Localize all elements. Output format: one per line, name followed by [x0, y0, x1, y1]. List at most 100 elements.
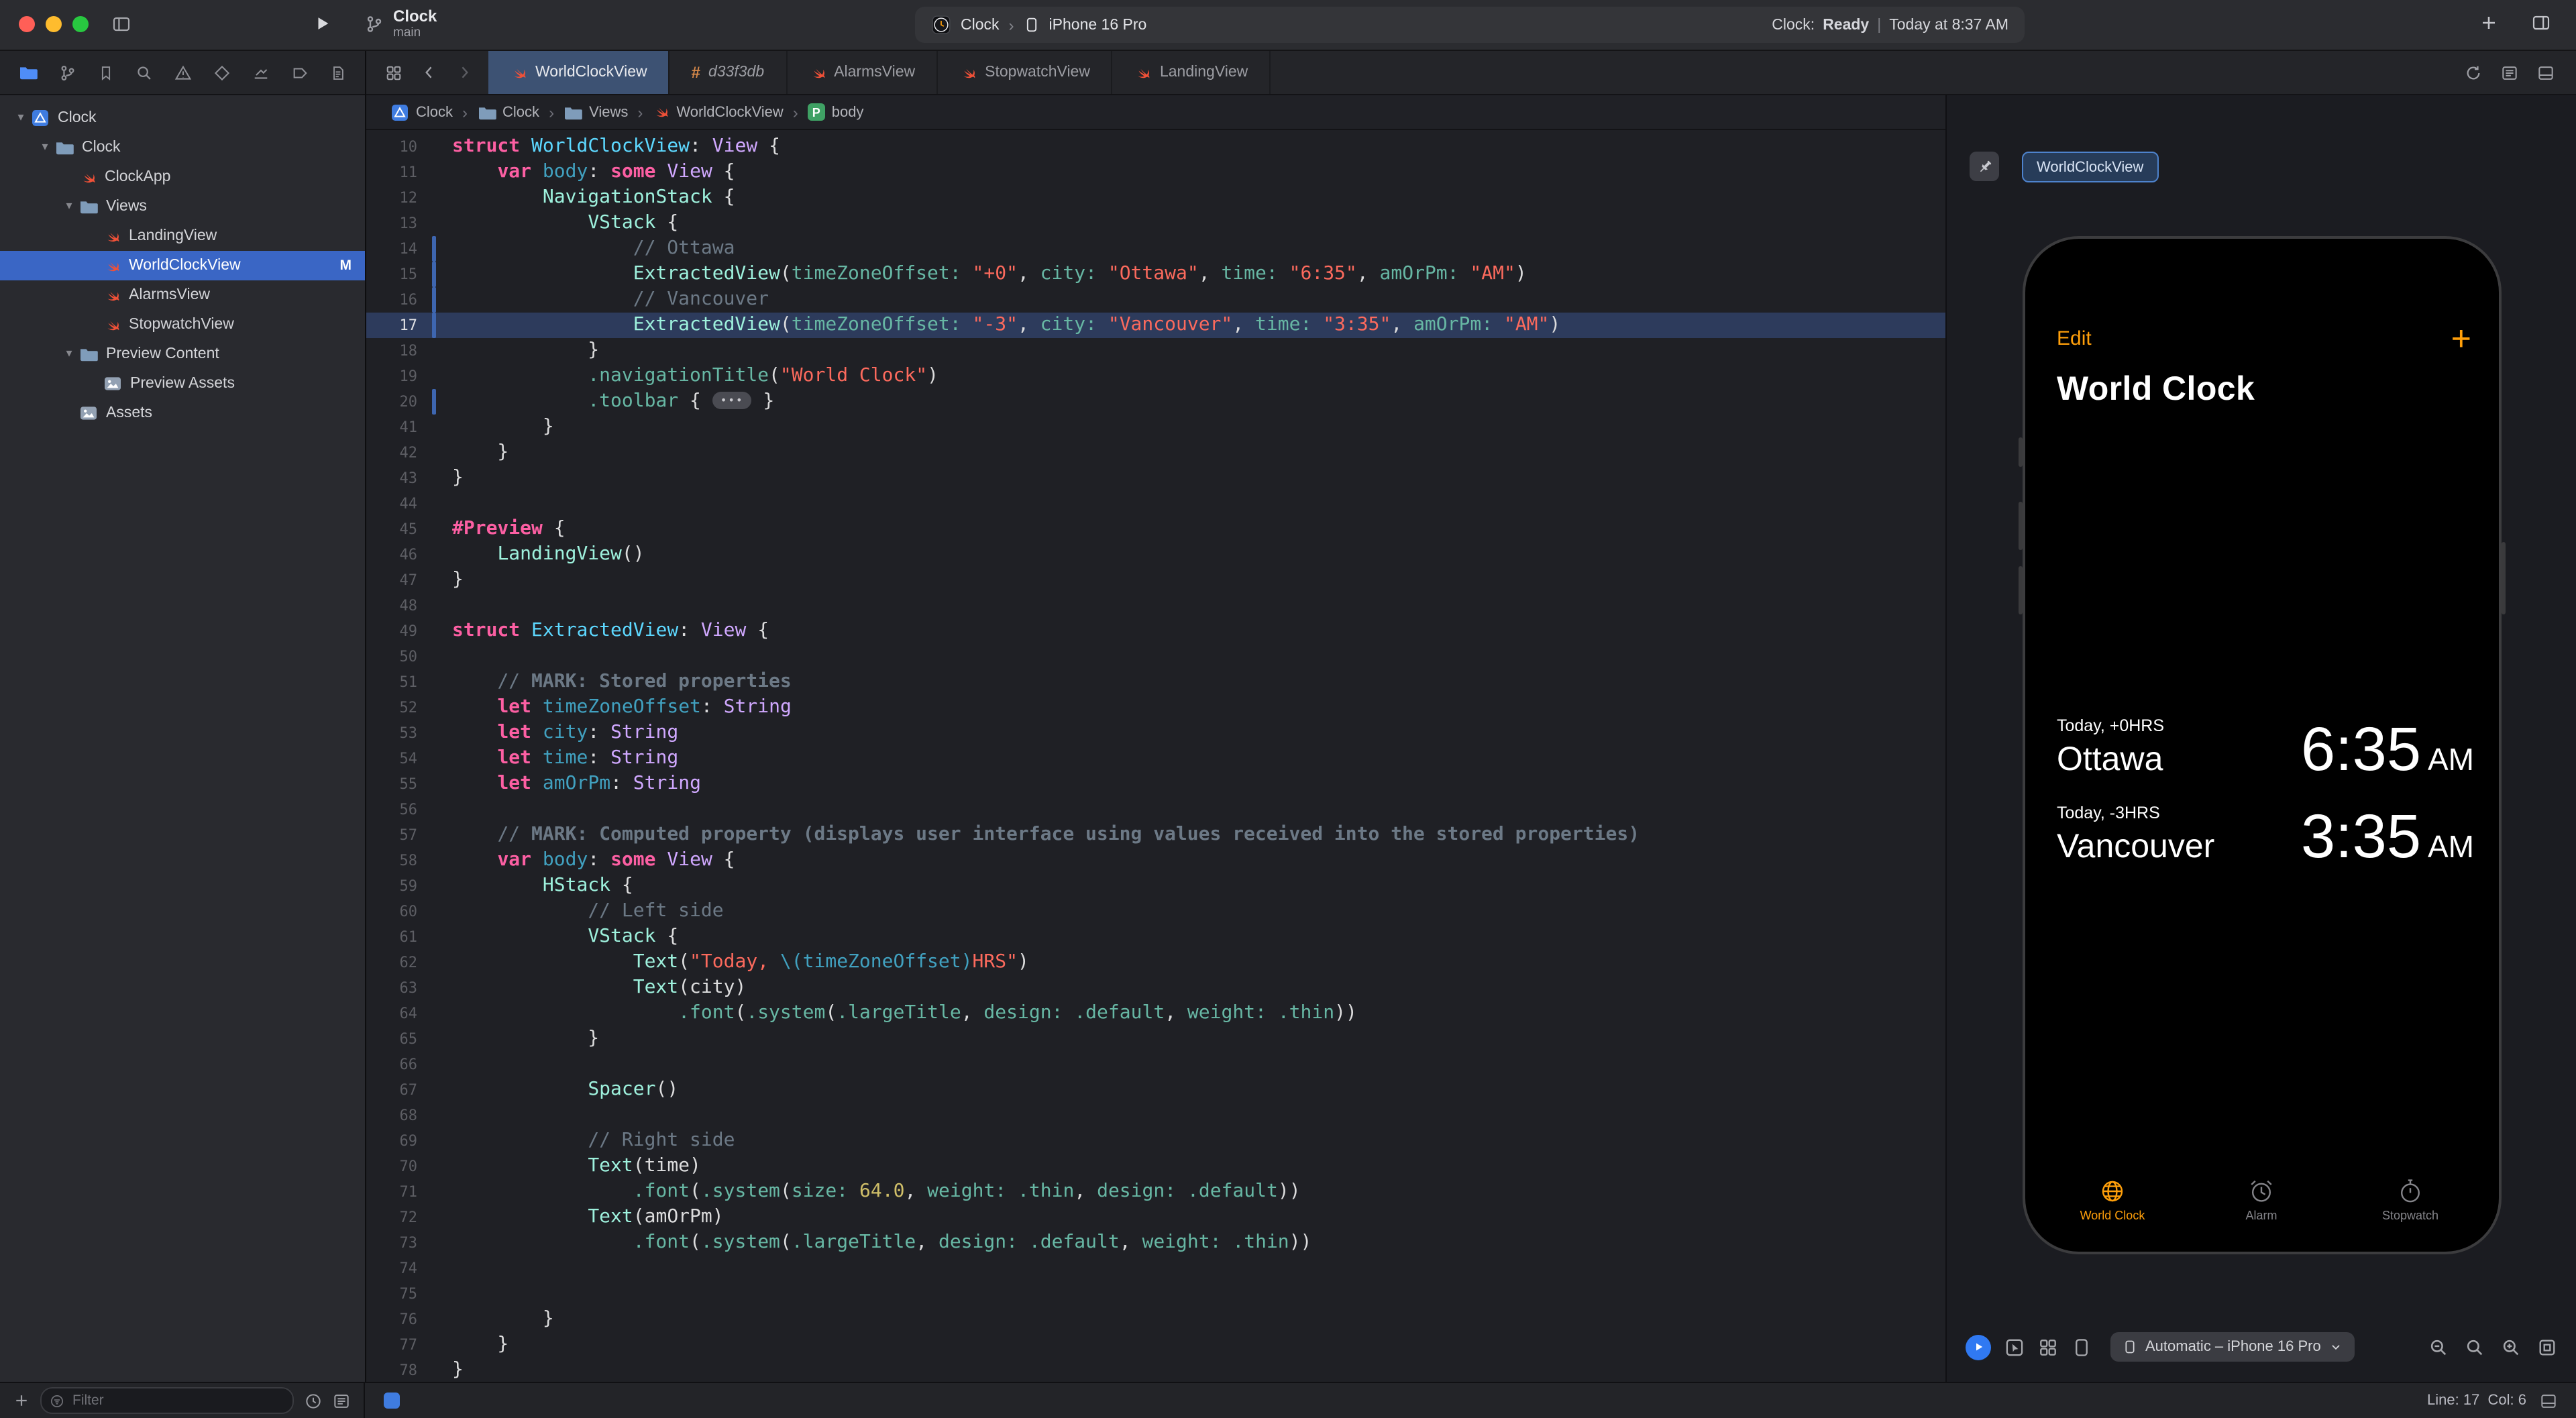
refresh-icon[interactable]	[2465, 64, 2482, 81]
code-line-68[interactable]: 68	[366, 1103, 1945, 1128]
bookmarks-navigator-icon[interactable]	[98, 64, 114, 81]
line-number[interactable]: 10	[366, 134, 425, 160]
device-settings-icon[interactable]	[2072, 1337, 2092, 1357]
clock-row-ottawa[interactable]: Today, +0HRS Ottawa 6:35 AM	[2057, 716, 2474, 779]
line-number[interactable]: 71	[366, 1179, 425, 1205]
activity-view[interactable]: Clock › iPhone 16 Pro Clock: Ready | Tod…	[915, 7, 2025, 43]
zoom-out-icon[interactable]	[2428, 1337, 2449, 1357]
disclosure-caret[interactable]: ▾	[35, 141, 55, 154]
zoom-fit-icon[interactable]	[2537, 1337, 2557, 1357]
code-line-76[interactable]: 76 }	[366, 1307, 1945, 1332]
code-line-47[interactable]: 47}	[366, 567, 1945, 593]
code-line-72[interactable]: 72 Text(amOrPm)	[366, 1205, 1945, 1230]
line-number[interactable]: 58	[366, 848, 425, 873]
line-number[interactable]: 65	[366, 1026, 425, 1052]
code-line-58[interactable]: 58 var body: some View {	[366, 848, 1945, 873]
line-number[interactable]: 56	[366, 797, 425, 822]
sidebar-item-preview-assets[interactable]: Preview Assets	[0, 369, 365, 398]
line-number[interactable]: 73	[366, 1230, 425, 1256]
code-line-62[interactable]: 62 Text("Today, \(timeZoneOffset)HRS")	[366, 950, 1945, 975]
selectable-mode-icon[interactable]	[2004, 1337, 2025, 1357]
code-line-63[interactable]: 63 Text(city)	[366, 975, 1945, 1001]
sidebar-item-landingview[interactable]: LandingView	[0, 221, 365, 251]
code-line-59[interactable]: 59 HStack {	[366, 873, 1945, 899]
line-number[interactable]: 62	[366, 950, 425, 975]
code-line-50[interactable]: 50	[366, 644, 1945, 669]
add-clock-button[interactable]: +	[2451, 321, 2471, 356]
library-add-icon[interactable]	[2479, 13, 2498, 32]
line-number[interactable]: 74	[366, 1256, 425, 1281]
line-number[interactable]: 60	[366, 899, 425, 924]
scm-filter-icon[interactable]	[333, 1392, 350, 1409]
code-line-13[interactable]: 13 VStack {	[366, 211, 1945, 236]
code-line-41[interactable]: 41 }	[366, 415, 1945, 440]
line-number[interactable]: 64	[366, 1001, 425, 1026]
zoom-actual-icon[interactable]	[2465, 1337, 2485, 1357]
code-line-55[interactable]: 55 let amOrPm: String	[366, 771, 1945, 797]
breadcrumb-clock[interactable]: Clock	[477, 103, 539, 121]
line-number[interactable]: 45	[366, 516, 425, 542]
minimap-icon[interactable]	[2501, 64, 2518, 81]
code-line-51[interactable]: 51 // MARK: Stored properties	[366, 669, 1945, 695]
code-line-70[interactable]: 70 Text(time)	[366, 1154, 1945, 1179]
code-line-14[interactable]: 14 // Ottawa	[366, 236, 1945, 262]
breadcrumb-views[interactable]: Views	[564, 103, 628, 121]
project-navigator-icon[interactable]	[19, 63, 38, 82]
source-control-navigator-icon[interactable]	[59, 64, 76, 81]
zoom-button[interactable]	[72, 16, 89, 32]
tab-landingview[interactable]: LandingView	[1113, 51, 1271, 94]
line-number[interactable]: 43	[366, 466, 425, 491]
pin-preview-button[interactable]	[1970, 152, 1999, 181]
sidebar-item-clock[interactable]: ▾ Clock	[0, 103, 365, 133]
line-number[interactable]: 12	[366, 185, 425, 211]
line-number[interactable]: 18	[366, 338, 425, 364]
code-line-57[interactable]: 57 // MARK: Computed property (displays …	[366, 822, 1945, 848]
minimize-button[interactable]	[46, 16, 62, 32]
code-line-66[interactable]: 66	[366, 1052, 1945, 1077]
code-line-10[interactable]: 10 struct WorldClockView: View {	[366, 134, 1945, 160]
phone-tab-world-clock[interactable]: World Clock	[2038, 1178, 2187, 1222]
line-number[interactable]: 75	[366, 1281, 425, 1307]
disclosure-caret[interactable]: ▾	[59, 347, 79, 361]
line-number[interactable]: 52	[366, 695, 425, 720]
line-number[interactable]: 47	[366, 567, 425, 593]
code-line-73[interactable]: 73 .font(.system(.largeTitle, design: .d…	[366, 1230, 1945, 1256]
edit-button[interactable]: Edit	[2057, 327, 2092, 349]
line-number[interactable]: 76	[366, 1307, 425, 1332]
code-line-45[interactable]: 45 #Preview {	[366, 516, 1945, 542]
tab-stopwatchview[interactable]: StopwatchView	[938, 51, 1113, 94]
breadcrumb-clock[interactable]: Clock	[390, 103, 453, 121]
sidebar-item-stopwatchview[interactable]: StopwatchView	[0, 310, 365, 339]
line-number[interactable]: 68	[366, 1103, 425, 1128]
code-line-17[interactable]: 17 ExtractedView(timeZoneOffset: "-3", c…	[366, 313, 1945, 338]
line-number[interactable]: 67	[366, 1077, 425, 1103]
zoom-in-icon[interactable]	[2501, 1337, 2521, 1357]
line-number[interactable]: 69	[366, 1128, 425, 1154]
filter-input[interactable]	[70, 1391, 284, 1410]
line-number[interactable]: 15	[366, 262, 425, 287]
phone-tab-alarm[interactable]: Alarm	[2187, 1178, 2336, 1222]
code-line-54[interactable]: 54 let time: String	[366, 746, 1945, 771]
code-line-69[interactable]: 69 // Right side	[366, 1128, 1945, 1154]
code-line-44[interactable]: 44	[366, 491, 1945, 516]
close-button[interactable]	[19, 16, 35, 32]
breakpoints-navigator-icon[interactable]	[291, 64, 309, 81]
sidebar-item-clockapp[interactable]: ClockApp	[0, 162, 365, 192]
breadcrumb-body[interactable]: Pbody	[807, 103, 863, 121]
reports-navigator-icon[interactable]	[330, 64, 346, 81]
sidebar-item-alarmsview[interactable]: AlarmsView	[0, 280, 365, 310]
code-line-60[interactable]: 60 // Left side	[366, 899, 1945, 924]
editor-layout-icon[interactable]	[2530, 13, 2552, 32]
adjust-editor-icon[interactable]	[2537, 64, 2555, 81]
line-number[interactable]: 14	[366, 236, 425, 262]
line-number[interactable]: 13	[366, 211, 425, 236]
code-line-18[interactable]: 18 }	[366, 338, 1945, 364]
breakpoints-toggle[interactable]	[384, 1393, 400, 1409]
code-line-43[interactable]: 43}	[366, 466, 1945, 491]
code-line-53[interactable]: 53 let city: String	[366, 720, 1945, 746]
toggle-navigator-icon[interactable]	[110, 15, 133, 34]
line-number[interactable]: 57	[366, 822, 425, 848]
project-branch-indicator[interactable]: Clock main	[365, 7, 437, 40]
line-number[interactable]: 46	[366, 542, 425, 567]
line-number[interactable]: 72	[366, 1205, 425, 1230]
